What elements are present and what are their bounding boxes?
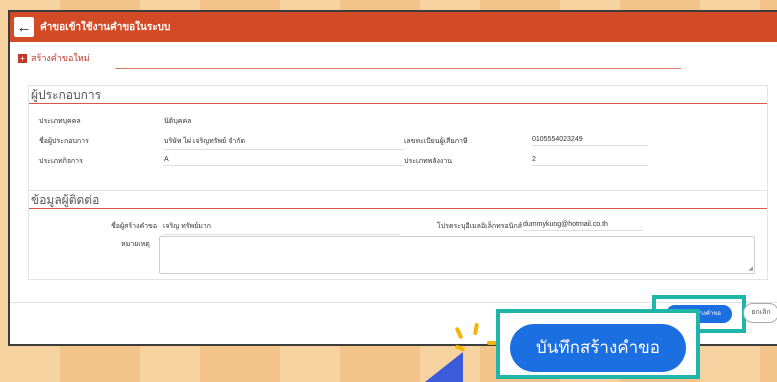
business-type-field[interactable]: A — [164, 156, 404, 166]
title-bar: ← คำขอเข้าใช้งานคำขอในระบบ — [10, 12, 777, 42]
tax-id-field[interactable]: 0105554023249 — [532, 136, 648, 146]
new-request-header: + สร้างคำขอใหม่ — [10, 42, 777, 65]
back-arrow-icon[interactable]: ← — [14, 17, 34, 37]
contact-section-title: ข้อมูลผู้ติดต่อ — [29, 191, 767, 209]
resize-handle-icon[interactable]: ◢ — [748, 265, 753, 272]
operator-name-field[interactable]: บริษัท ไผ่ เจริญทรัพย์ จำกัด — [164, 136, 404, 150]
energy-type-label: ประเภทพลังงาน — [404, 158, 453, 165]
operator-panel: ผู้ประกอบการ ประเภทบุคคล นิติบุคคล ชื่อผ… — [28, 85, 768, 191]
note-textarea[interactable]: ◢ — [159, 236, 755, 274]
save-request-button-zoomed[interactable]: บันทึกสร้างคำขอ — [510, 324, 686, 372]
operator-section-title: ผู้ประกอบการ — [29, 86, 767, 104]
energy-type-field[interactable]: 2 — [532, 156, 648, 166]
note-label: หมายเหตุ — [121, 241, 150, 248]
contact-panel: ข้อมูลผู้ติดต่อ ชื่อผู้สร้างคำขอ เจริญ ท… — [28, 190, 768, 280]
email-label: โปรดระบุอีเมลอิเล็กทรอนิกส์ — [437, 223, 522, 230]
cursor-arrow-icon — [425, 352, 463, 382]
person-type-label: ประเภทบุคคล — [39, 118, 81, 125]
tax-id-label: เลขทะเบียนผู้เสียภาษี — [404, 138, 468, 145]
page-title: คำขอเข้าใช้งานคำขอในระบบ — [40, 21, 171, 33]
new-request-label: สร้างคำขอใหม่ — [31, 53, 90, 63]
requester-name-field[interactable]: เจริญ ทรัพย์มาก — [163, 221, 399, 235]
requester-name-label: ชื่อผู้สร้างคำขอ — [111, 223, 158, 230]
cancel-button[interactable]: ยกเลิก — [743, 303, 777, 323]
operator-name-label: ชื่อผู้ประกอบการ — [39, 138, 89, 145]
business-type-label: ประเภทกิจการ — [39, 158, 83, 165]
email-field[interactable]: dummykung@hotmail.co.th — [523, 221, 643, 231]
person-type-value: นิติบุคคล — [164, 118, 192, 125]
plus-icon: + — [18, 53, 27, 63]
divider — [115, 68, 681, 69]
